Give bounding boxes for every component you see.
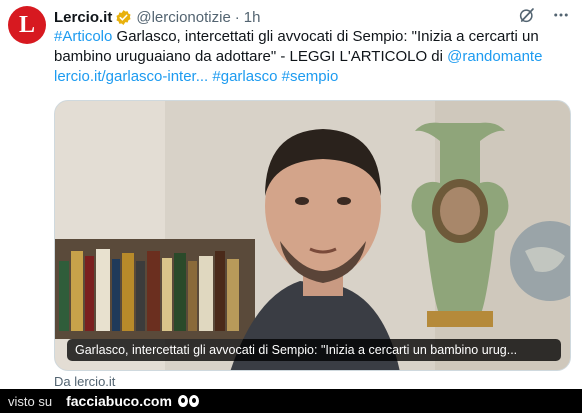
tweet-text: #Articolo Garlasco, intercettati gli avv…: [54, 27, 570, 87]
avatar-letter: L: [18, 12, 35, 38]
tweet-line-3: lercio.it/garlasco-inter... #garlasco #s…: [54, 67, 570, 87]
footer-visto-label: visto su: [8, 393, 53, 409]
author-handle[interactable]: @lercionotizie: [136, 9, 230, 26]
tweet-actions-top: [518, 6, 570, 24]
grok-icon[interactable]: [518, 6, 536, 24]
author-name[interactable]: Lercio.it: [54, 9, 112, 26]
hashtag-sempio[interactable]: #sempio: [282, 68, 339, 85]
tweet-line-1: #Articolo Garlasco, intercettati gli avv…: [54, 27, 570, 47]
left-eye-icon: [177, 395, 188, 407]
mention-link[interactable]: @randomante: [447, 48, 542, 65]
article-url-link[interactable]: lercio.it/garlasco-inter...: [54, 68, 208, 85]
hashtag-garlasco[interactable]: #garlasco: [212, 68, 277, 85]
header-separator: ·: [234, 8, 240, 26]
video-card[interactable]: Garlasco, intercettati gli avvocati di S…: [54, 100, 571, 371]
tweet-line-2-text: bambino uruguaiano da adottare" - LEGGI …: [54, 48, 443, 65]
right-eye-icon: [188, 395, 199, 407]
hashtag-articolo[interactable]: #Articolo: [54, 28, 112, 45]
tweet-line-1-text: Garlasco, intercettati gli avvocati di S…: [116, 28, 539, 45]
video-thumbnail: [55, 101, 570, 370]
source-link[interactable]: Da lercio.it: [54, 374, 115, 389]
tweet-header: Lercio.it @lercionotizie · 1h: [54, 7, 260, 27]
tweet-time[interactable]: 1h: [244, 9, 261, 26]
tweet-line-2: bambino uruguaiano da adottare" - LEGGI …: [54, 47, 570, 67]
eyes-icon: [177, 395, 199, 407]
avatar[interactable]: L: [8, 6, 46, 44]
watermark-footer: visto su facciabuco.com: [0, 389, 582, 413]
more-icon[interactable]: [552, 6, 570, 24]
video-caption: Garlasco, intercettati gli avvocati di S…: [67, 339, 561, 361]
footer-brand: facciabuco.com: [66, 393, 172, 409]
verified-icon: [116, 9, 131, 25]
tweet-card[interactable]: L Lercio.it @lercionotizie · 1h #Articol…: [0, 0, 582, 389]
